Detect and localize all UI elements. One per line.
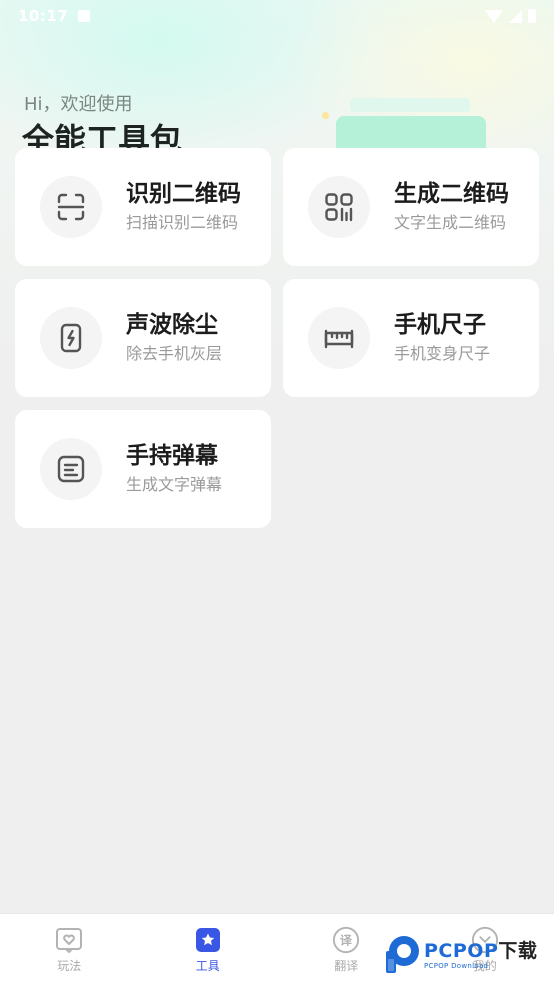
- ruler-icon: [308, 307, 370, 369]
- phone-bolt-icon: [40, 307, 102, 369]
- tool-card-handheld-barrage[interactable]: 手持弹幕 生成文字弹幕: [15, 410, 271, 528]
- watermark-brand-cn: 下载: [498, 940, 538, 962]
- tab-tools[interactable]: 工具: [139, 914, 278, 984]
- greeting-text: Hi，欢迎使用: [24, 94, 133, 115]
- tool-title: 手持弹幕: [126, 443, 218, 469]
- battery-icon: [528, 9, 536, 23]
- wifi-icon: [485, 9, 503, 23]
- signal-icon: [509, 9, 522, 23]
- tool-title: 手机尺子: [394, 312, 486, 338]
- tool-subtitle: 扫描识别二维码: [126, 213, 239, 232]
- tab-label: 工具: [195, 959, 220, 973]
- decor-dot: [322, 112, 329, 119]
- heart-chat-icon: [55, 926, 83, 954]
- translate-icon: 译: [332, 926, 360, 954]
- tool-grid: 识别二维码 扫描识别二维码 生成二维码 文字生成二维码 声波除尘 除去手机灰层 …: [15, 148, 539, 528]
- header-illustration: [336, 98, 486, 156]
- tool-card-scan-qrcode[interactable]: 识别二维码 扫描识别二维码: [15, 148, 271, 266]
- tab-play[interactable]: 玩法: [0, 914, 139, 984]
- status-indicators: [485, 9, 536, 23]
- tool-subtitle: 除去手机灰层: [126, 344, 223, 363]
- tool-card-generate-qrcode[interactable]: 生成二维码 文字生成二维码: [283, 148, 539, 266]
- pcpop-logo: [386, 936, 419, 973]
- tool-title: 声波除尘: [126, 312, 218, 338]
- tool-card-sonic-dust[interactable]: 声波除尘 除去手机灰层: [15, 279, 271, 397]
- tool-subtitle: 生成文字弹幕: [126, 475, 223, 494]
- page-title: 全能工具包: [22, 121, 183, 148]
- watermark: PCPOP下载 PCPOP Download: [384, 934, 554, 976]
- status-bar: 10:17: [0, 0, 554, 32]
- tab-label: 翻译: [334, 959, 359, 973]
- tool-title: 识别二维码: [126, 181, 241, 207]
- tool-subtitle: 文字生成二维码: [394, 213, 507, 232]
- tool-subtitle: 手机变身尺子: [394, 344, 491, 363]
- tab-label: 玩法: [57, 959, 82, 973]
- tool-card-phone-ruler[interactable]: 手机尺子 手机变身尺子: [283, 279, 539, 397]
- status-time: 10:17: [18, 7, 69, 25]
- notification-icon: [78, 10, 91, 22]
- watermark-brand: PCPOP: [424, 940, 499, 962]
- qrcode-icon: [308, 176, 370, 238]
- barrage-icon: [40, 438, 102, 500]
- tool-title: 生成二维码: [394, 181, 509, 207]
- svg-text:译: 译: [340, 934, 353, 948]
- scan-icon: [40, 176, 102, 238]
- star-bookmark-icon: [194, 926, 222, 954]
- watermark-sub: PCPOP Download: [424, 962, 489, 970]
